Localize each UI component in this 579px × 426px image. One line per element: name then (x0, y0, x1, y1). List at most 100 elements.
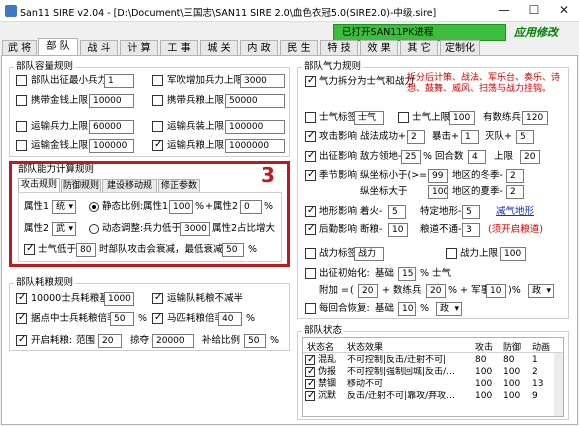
transport-gold-input[interactable]: 100000 (89, 139, 134, 153)
power-cap-input[interactable]: 100 (500, 247, 526, 261)
tab-politics[interactable]: 内 政 (240, 40, 278, 55)
carry-gold-checkbox[interactable] (16, 95, 27, 106)
morale-cap-checkbox[interactable] (398, 112, 409, 123)
departure-v1-input[interactable]: 25 (401, 150, 421, 164)
attack-v3-input[interactable]: 5 (516, 130, 534, 144)
subtab-build-move[interactable]: 建设移动规则 (102, 179, 157, 204)
addon-v2-input[interactable]: 20 (426, 284, 446, 298)
base-food-rate-input[interactable]: 50 (110, 312, 134, 326)
split-morale-checkbox[interactable] (305, 75, 316, 87)
addon-v1-input[interactable]: 20 (358, 284, 378, 298)
morale-terrain-link[interactable]: 减气地形 (496, 206, 534, 218)
carry-food-checkbox[interactable] (152, 95, 163, 106)
transport-arms-checkbox[interactable] (152, 121, 163, 132)
tab-other[interactable]: 其 它 (400, 40, 438, 55)
attack-v1-input[interactable]: 2 (407, 130, 425, 144)
tab-cities[interactable]: 城 关 (200, 40, 238, 55)
morale-min-input[interactable]: 50 (222, 243, 244, 257)
music-troops-checkbox[interactable] (152, 75, 163, 86)
row-checkbox[interactable] (305, 378, 315, 389)
tab-calc[interactable]: 计 算 (120, 40, 158, 55)
row-checkbox[interactable] (305, 366, 315, 377)
morale-decay-checkbox[interactable] (24, 243, 35, 255)
terrain-effect-checkbox[interactable] (305, 205, 316, 217)
morale-decay-input[interactable]: 80 (76, 243, 96, 257)
morale-tag-input[interactable]: 士气 (354, 111, 384, 125)
departure-effect-checkbox[interactable] (305, 150, 316, 162)
dynamic-threshold-input[interactable]: 3000 (180, 222, 210, 236)
init-checkbox[interactable] (305, 268, 316, 279)
transport-food-input[interactable]: 1000000 (225, 139, 285, 153)
transport-no-half-checkbox[interactable] (152, 292, 163, 304)
attr1-select[interactable]: 统 (52, 200, 76, 214)
table-row[interactable]: 混乱 不可控制|反击/迁射不可| 80 80 1 (303, 354, 553, 366)
logistics-effect-checkbox[interactable] (305, 223, 316, 235)
attr2-select[interactable]: 武 (52, 222, 76, 236)
tab-general[interactable]: 武 将 (2, 40, 37, 55)
addon-v3-input[interactable]: 10 (486, 284, 506, 298)
attack-v2-input[interactable]: 1 (461, 130, 479, 144)
power-tag-checkbox[interactable] (305, 248, 316, 259)
transport-troops-checkbox[interactable] (16, 121, 27, 132)
close-button[interactable]: ✕ (549, 0, 579, 22)
transport-food-checkbox[interactable] (152, 139, 163, 151)
plunder-input[interactable]: 20000 (152, 334, 194, 348)
dynamic-adjust-radio[interactable] (89, 224, 99, 234)
tab-troops[interactable]: 部 队 (38, 38, 78, 55)
horse-food-input[interactable]: 40 (218, 312, 242, 326)
table-row[interactable]: 禁锢 移动不可 100 100 13 (303, 378, 553, 390)
season-r1-v2-input[interactable]: 2 (506, 169, 524, 183)
morale-tag-checkbox[interactable] (305, 112, 316, 123)
carry-food-input[interactable]: 50000 (225, 94, 285, 108)
row-checkbox[interactable] (305, 354, 315, 365)
minimize-button[interactable]: — (489, 0, 519, 22)
tab-livelihood[interactable]: 民 生 (280, 40, 318, 55)
power-cap-checkbox[interactable] (446, 248, 457, 259)
season-r2-v2-input[interactable]: 2 (506, 185, 524, 199)
power-tag-input[interactable]: 战力 (354, 247, 384, 261)
departure-v3-input[interactable]: 20 (520, 150, 540, 164)
subtab-modifiers[interactable]: 修正参数 (158, 179, 200, 192)
season-effect-checkbox[interactable] (305, 169, 316, 181)
terrain-v1-input[interactable]: 5 (388, 205, 406, 219)
static-attr2-input[interactable]: 0 (240, 200, 262, 214)
maximize-button[interactable]: ☐ (519, 0, 549, 22)
tab-works[interactable]: 工 事 (160, 40, 198, 55)
init-base-input[interactable]: 15 (398, 267, 416, 281)
logistics-v2-input[interactable]: 3 (462, 223, 480, 237)
transport-troops-input[interactable]: 60000 (89, 120, 134, 134)
season-r2-v1-input[interactable]: 100 (428, 185, 448, 199)
attack-effect-checkbox[interactable] (305, 130, 316, 142)
tab-effects[interactable]: 效 果 (360, 40, 398, 55)
table-row[interactable]: 伪报 不可控制|强制回城|反击/... 100 100 2 (303, 366, 553, 378)
transport-gold-checkbox[interactable] (16, 140, 27, 151)
min-troops-checkbox[interactable] (16, 75, 27, 86)
daily-recover-checkbox[interactable] (305, 303, 316, 314)
horse-food-checkbox[interactable] (152, 312, 163, 324)
min-troops-input[interactable]: 1 (104, 74, 134, 88)
daily-base-input[interactable]: 10 (398, 302, 416, 316)
carry-gold-input[interactable]: 10000 (89, 94, 134, 108)
music-troops-input[interactable]: 3000 (240, 74, 285, 88)
addon-select[interactable]: 政 (528, 284, 554, 298)
range-input[interactable]: 20 (98, 334, 122, 348)
apply-changes-button[interactable]: 应用修改 (514, 24, 558, 40)
subtab-attack[interactable]: 攻击规则 (18, 178, 60, 192)
food-base-checkbox[interactable] (16, 292, 27, 304)
tab-battle[interactable]: 战 斗 (80, 40, 118, 55)
departure-v2-input[interactable]: 4 (468, 150, 486, 164)
static-ratio-radio[interactable] (89, 202, 99, 212)
table-row[interactable]: 沉默 反击/迁射不可|靠攻/弃攻... 100 100 9 (303, 390, 553, 402)
tab-custom[interactable]: 定制化 (440, 40, 480, 55)
terrain-v2-input[interactable]: 5 (462, 205, 480, 219)
transport-arms-input[interactable]: 100000 (225, 120, 285, 134)
supply-ratio-input[interactable]: 50 (244, 334, 266, 348)
launch-process-button[interactable]: 已打开SAN11PK进程 (333, 24, 506, 41)
daily-select[interactable]: 政 (436, 302, 462, 316)
table-scrollbar[interactable] (554, 353, 563, 416)
subtab-defense[interactable]: 防御规则 (61, 179, 101, 192)
enable-food-checkbox[interactable] (16, 334, 27, 346)
season-r1-v1-input[interactable]: 99 (428, 169, 448, 183)
status-table[interactable]: 状态名 状态效果 攻击 防御 动画 混乱 不可控制|反击/迁射不可| 80 80… (302, 337, 564, 417)
drill-input[interactable]: 120 (522, 111, 548, 125)
